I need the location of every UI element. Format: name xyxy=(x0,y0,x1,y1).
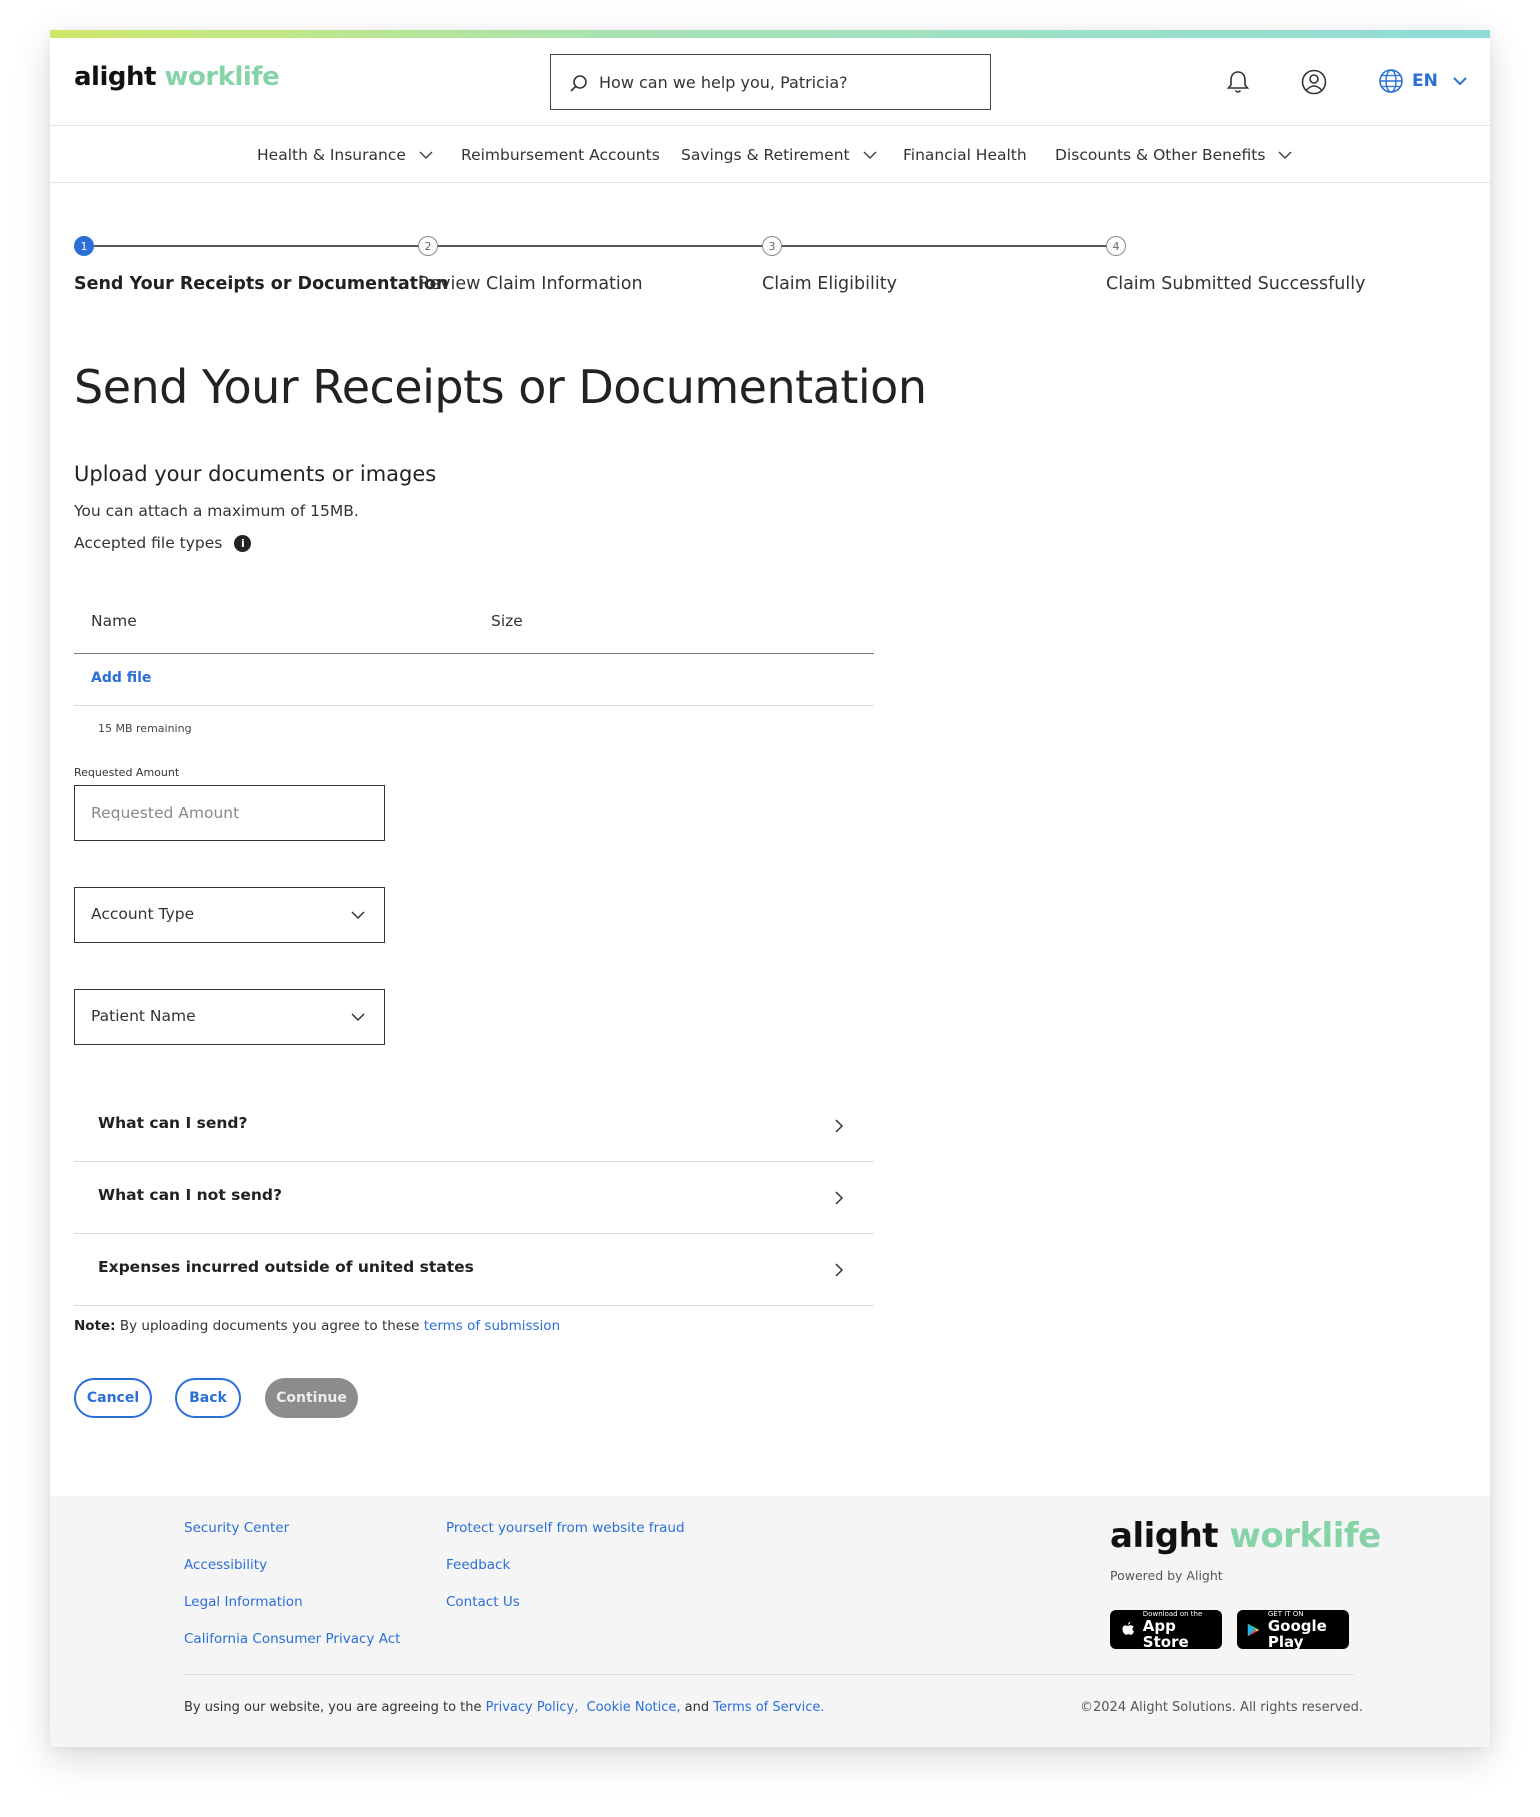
footer-link-ccpa[interactable]: California Consumer Privacy Act xyxy=(184,1631,400,1647)
requested-amount-input[interactable] xyxy=(75,786,384,840)
requested-amount-label: Requested Amount xyxy=(74,766,180,779)
nav-item-discounts-other-benefits[interactable]: Discounts & Other Benefits xyxy=(1055,127,1293,183)
note-text: By uploading documents you agree to thes… xyxy=(115,1318,424,1334)
chevron-down-icon xyxy=(1453,77,1467,86)
file-table-header: Name Size xyxy=(74,592,874,654)
bell-icon[interactable] xyxy=(1224,68,1252,96)
chevron-down-icon xyxy=(419,151,433,160)
max-size-text: You can attach a maximum of 15MB. xyxy=(74,502,359,520)
chevron-right-icon xyxy=(835,1119,844,1133)
chevron-right-icon xyxy=(835,1263,844,1277)
footer-link-accessibility[interactable]: Accessibility xyxy=(184,1557,267,1573)
page-card: alight worklife How can we help you, Pat… xyxy=(50,30,1490,1747)
nav-item-reimbursement-accounts[interactable]: Reimbursement Accounts xyxy=(461,127,660,183)
stepper-line xyxy=(438,245,762,247)
chevron-down-icon xyxy=(1278,151,1292,160)
patient-name-select[interactable]: Patient Name xyxy=(74,989,385,1045)
upload-heading: Upload your documents or images xyxy=(74,462,437,486)
page-title: Send Your Receipts or Documentation xyxy=(74,360,927,414)
footer-link-feedback[interactable]: Feedback xyxy=(446,1557,510,1573)
footer-terms-text: By using our website, you are agreeing t… xyxy=(184,1700,825,1715)
cookie-notice-link[interactable]: Cookie Notice, xyxy=(587,1700,681,1715)
header: alight worklife How can we help you, Pat… xyxy=(50,38,1490,126)
continue-button[interactable]: Continue xyxy=(265,1378,358,1418)
add-file-row: Add file xyxy=(74,654,874,706)
search-icon xyxy=(570,75,587,92)
user-circle-icon[interactable] xyxy=(1300,68,1328,96)
cancel-button[interactable]: Cancel xyxy=(74,1378,152,1418)
step-1-dot: 1 xyxy=(74,236,94,256)
remaining-size-text: 15 MB remaining xyxy=(98,722,192,735)
back-button[interactable]: Back xyxy=(175,1378,241,1418)
app-store-badge[interactable]: Download on the App Store xyxy=(1110,1610,1222,1650)
powered-by-text: Powered by Alight xyxy=(1110,1568,1223,1583)
google-play-badge[interactable]: GET IT ON Google Play xyxy=(1237,1610,1349,1650)
column-header-size: Size xyxy=(491,612,523,630)
add-file-link[interactable]: Add file xyxy=(91,670,151,686)
footer-divider xyxy=(184,1674,1354,1675)
account-type-value: Account Type xyxy=(91,905,195,923)
accordion-what-can-i-send[interactable]: What can I send? xyxy=(74,1090,874,1162)
accepted-file-types: Accepted file types i xyxy=(74,534,252,552)
step-2-dot: 2 xyxy=(418,236,438,256)
search-input[interactable] xyxy=(599,55,979,109)
nav-item-savings-retirement[interactable]: Savings & Retirement xyxy=(681,127,878,183)
footer-alight-worklife-logo: alight worklife xyxy=(1110,1516,1381,1556)
stepper-line xyxy=(94,245,418,247)
alight-worklife-logo[interactable]: alight worklife xyxy=(74,62,280,92)
nav-item-financial-health[interactable]: Financial Health xyxy=(903,127,1027,183)
privacy-policy-link[interactable]: Privacy Policy, xyxy=(486,1700,579,1715)
terms-of-service-link[interactable]: Terms of Service. xyxy=(713,1700,824,1715)
requested-amount-field[interactable] xyxy=(74,785,385,841)
account-type-select[interactable]: Account Type xyxy=(74,887,385,943)
stepper-line xyxy=(782,245,1106,247)
step-2-label: Review Claim Information xyxy=(418,274,643,294)
chevron-down-icon xyxy=(351,1013,365,1022)
chevron-down-icon xyxy=(351,911,365,920)
footer-link-security-center[interactable]: Security Center xyxy=(184,1520,289,1536)
accordion-what-can-i-not-send[interactable]: What can I not send? xyxy=(74,1162,874,1234)
accordion-expenses-outside-us[interactable]: Expenses incurred outside of united stat… xyxy=(74,1234,874,1306)
chevron-down-icon xyxy=(863,151,877,160)
main-nav: Health & Insurance Reimbursement Account… xyxy=(50,127,1490,183)
note-label: Note: xyxy=(74,1318,116,1334)
language-label: EN xyxy=(1412,71,1438,91)
footer: Security Center Accessibility Legal Info… xyxy=(50,1496,1490,1747)
language-selector[interactable]: EN xyxy=(1378,66,1468,96)
google-play-icon xyxy=(1247,1623,1260,1636)
footer-link-contact-us[interactable]: Contact Us xyxy=(446,1594,520,1610)
footer-link-legal-information[interactable]: Legal Information xyxy=(184,1594,303,1610)
nav-item-health-insurance[interactable]: Health & Insurance xyxy=(257,127,434,183)
search-box[interactable] xyxy=(550,54,991,110)
copyright-text: ©2024 Alight Solutions. All rights reser… xyxy=(1080,1700,1363,1715)
progress-stepper: 1 2 3 4 Send Your Receipts or Documentat… xyxy=(74,236,1365,296)
gradient-top-bar xyxy=(50,30,1490,38)
apple-icon xyxy=(1122,1621,1134,1635)
patient-name-value: Patient Name xyxy=(91,1007,196,1025)
step-4-dot: 4 xyxy=(1106,236,1126,256)
globe-icon xyxy=(1379,69,1403,93)
terms-of-submission-link[interactable]: terms of submission xyxy=(424,1318,560,1334)
chevron-right-icon xyxy=(835,1191,844,1205)
step-4-label: Claim Submitted Successfully xyxy=(1106,274,1366,294)
footer-link-website-fraud[interactable]: Protect yourself from website fraud xyxy=(446,1520,685,1536)
submission-note: Note: By uploading documents you agree t… xyxy=(74,1318,560,1334)
step-3-label: Claim Eligibility xyxy=(762,274,897,294)
accepted-file-types-label: Accepted file types xyxy=(74,534,223,552)
step-1-label: Send Your Receipts or Documentation xyxy=(74,274,449,294)
column-header-name: Name xyxy=(91,612,137,630)
step-3-dot: 3 xyxy=(762,236,782,256)
info-icon[interactable]: i xyxy=(234,534,252,552)
